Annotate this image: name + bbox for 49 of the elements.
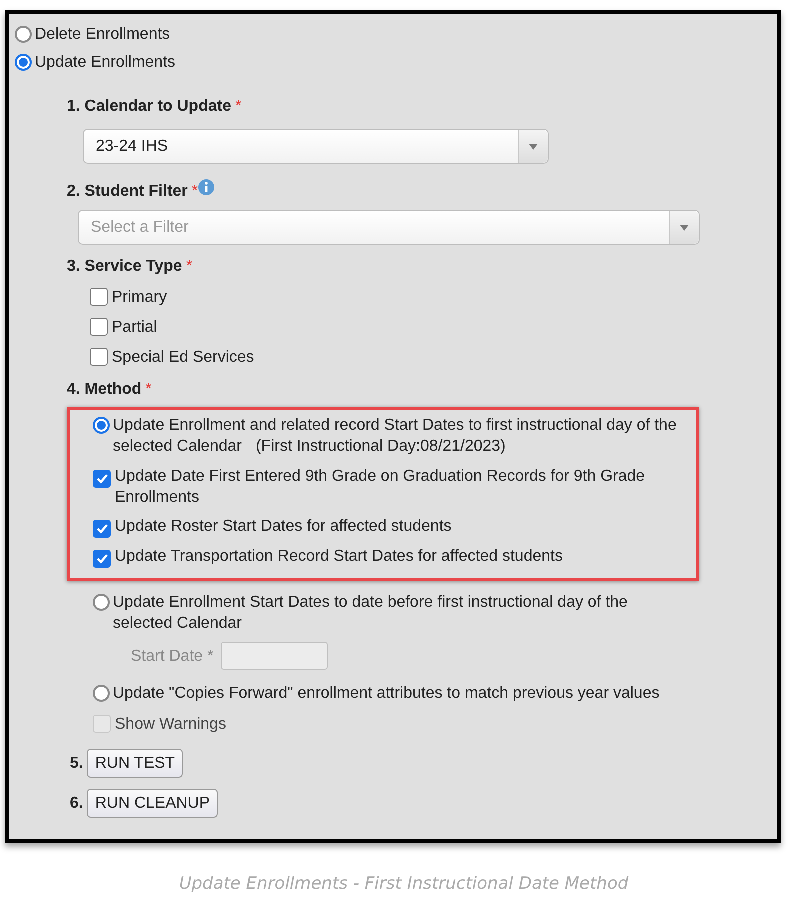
start-date-label: Start Date * xyxy=(131,646,214,666)
checkbox[interactable] xyxy=(93,520,111,538)
caret-icon xyxy=(680,224,689,230)
checkbox[interactable] xyxy=(90,318,108,336)
checkbox[interactable] xyxy=(90,348,108,366)
required-asterisk: * xyxy=(192,182,198,202)
action-button[interactable]: RUN CLEANUP xyxy=(87,789,218,818)
option-label: Delete Enrollments xyxy=(35,24,170,44)
field-label: 2. Student Filter xyxy=(67,182,188,202)
checkbox[interactable] xyxy=(93,470,111,488)
action-button[interactable]: RUN TEST xyxy=(87,749,184,778)
checkbox-label: Update Roster Start Dates for affected students xyxy=(115,517,453,537)
start-date-field[interactable] xyxy=(220,642,328,670)
checkbox-label: Partial xyxy=(112,318,158,338)
method-option-label: Update Enrollment Start Dates to date before first instructional day of the selected Calendar xyxy=(113,593,629,634)
checkbox-label: Special Ed Services xyxy=(112,348,254,368)
check-icon xyxy=(96,472,108,485)
checkbox-label: Primary xyxy=(112,288,168,308)
check-icon xyxy=(96,522,108,535)
field-label: 1. Calendar to Update xyxy=(67,98,232,115)
checkbox[interactable] xyxy=(90,288,108,306)
dropdown-placeholder: Select a Filter xyxy=(90,218,190,238)
radio-button[interactable] xyxy=(15,26,32,42)
method-option-label: Update "Copies Forward" enrollment attributes to match previous year values xyxy=(113,684,661,704)
figure-caption: Update Enrollments - First Instructional Date Method xyxy=(179,874,629,895)
caret-icon xyxy=(529,144,538,150)
checkbox-label: Update Date First Entered 9th Grade on Graduation Records for 9th Grade Enrollments xyxy=(115,467,646,508)
field-label: 4. Method xyxy=(67,381,142,398)
radio-button[interactable] xyxy=(93,594,110,611)
required-asterisk: * xyxy=(146,381,152,398)
checkbox-label: Update Transportation Record Start Dates for affected students xyxy=(115,547,564,567)
step-number: 6. xyxy=(70,794,84,814)
dropdown-toggle[interactable] xyxy=(518,130,548,163)
radio-button[interactable] xyxy=(93,685,110,702)
checkbox[interactable] xyxy=(93,550,111,568)
radio-button[interactable] xyxy=(93,417,110,434)
required-asterisk: * xyxy=(235,98,242,115)
option-label: Update Enrollments xyxy=(35,52,176,72)
dropdown-toggle[interactable] xyxy=(669,211,699,244)
checkbox-label: Show Warnings xyxy=(115,715,228,735)
dropdown-value: 23-24 IHS xyxy=(95,137,170,157)
radio-button[interactable] xyxy=(15,54,32,70)
info-icon[interactable] xyxy=(198,179,216,196)
field-label: 3. Service Type xyxy=(67,258,182,275)
calendar-dropdown[interactable]: 23-24 IHS xyxy=(83,129,549,164)
check-icon xyxy=(96,552,108,565)
step-number: 5. xyxy=(70,754,84,774)
required-asterisk: * xyxy=(186,258,193,275)
method-option-label: Update Enrollment and related record Start Dates to first instructional day of the selected Calendar (First Instructional Day:08/21/2023) xyxy=(113,416,678,457)
